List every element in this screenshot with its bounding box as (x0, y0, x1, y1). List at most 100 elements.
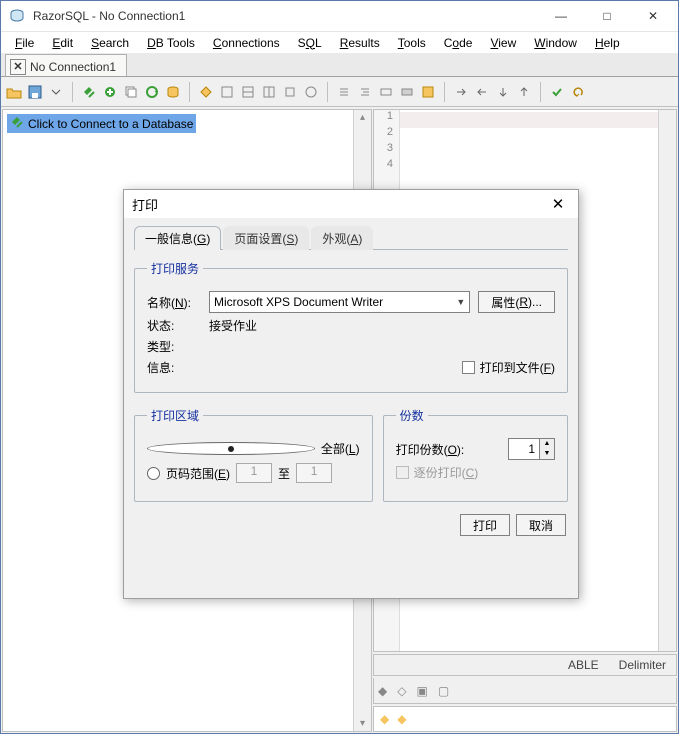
collate-checkbox: 逐份打印(C) (396, 464, 555, 481)
menu-connections[interactable]: Connections (205, 34, 288, 52)
indent-left-icon[interactable] (335, 83, 353, 101)
line-number: 2 (374, 126, 399, 142)
scroll-up-icon[interactable]: ▴ (354, 112, 371, 123)
results-tool-icon[interactable]: ▢ (438, 684, 449, 698)
results-tool-icon[interactable]: ◇ (397, 684, 406, 698)
range-to-label: 至 (278, 465, 290, 482)
results-tool-icon[interactable]: ▣ (416, 684, 427, 698)
tool-b-icon[interactable] (239, 83, 257, 101)
tab-page-setup[interactable]: 页面设置(S) (223, 226, 309, 250)
tool-g-icon[interactable] (398, 83, 416, 101)
tab-appearance[interactable]: 外观(A) (311, 226, 373, 250)
maximize-button[interactable]: □ (584, 1, 630, 31)
save-dropdown-icon[interactable] (47, 83, 65, 101)
check-icon[interactable] (548, 83, 566, 101)
menu-edit[interactable]: Edit (44, 34, 81, 52)
menu-help[interactable]: Help (587, 34, 628, 52)
range-all-radio[interactable]: 全部(L) (147, 440, 360, 457)
indent-right-icon[interactable] (356, 83, 374, 101)
connect-add-icon[interactable] (101, 83, 119, 101)
tool-f-icon[interactable] (377, 83, 395, 101)
line-number: 3 (374, 142, 399, 158)
copies-label: 打印份数(O): (396, 441, 465, 458)
print-button[interactable]: 打印 (460, 514, 510, 536)
spin-up-icon[interactable]: ▲ (540, 439, 554, 449)
printer-select[interactable]: Microsoft XPS Document Writer ▼ (209, 291, 470, 313)
doc-tab-1[interactable]: ✕ No Connection1 (5, 54, 127, 76)
status-bar: ◆ ◆ (373, 706, 677, 732)
minimize-button[interactable]: — (538, 1, 584, 31)
spin-down-icon[interactable]: ▼ (540, 449, 554, 459)
results-header: ABLE Delimiter (373, 654, 677, 676)
menu-search[interactable]: Search (83, 34, 137, 52)
range-from-input[interactable]: 1 (236, 463, 272, 483)
tool-d-icon[interactable] (281, 83, 299, 101)
connect-arrow-icon (10, 115, 24, 132)
results-hdr-a[interactable]: ABLE (568, 658, 599, 672)
checkbox-icon (462, 361, 475, 374)
editor-scrollbar[interactable] (658, 110, 676, 651)
collate-label: 逐份打印(C) (414, 464, 479, 481)
app-icon (9, 8, 25, 24)
menu-sql[interactable]: SQL (290, 34, 330, 52)
dialog-titlebar: 打印 ✕ (124, 190, 578, 218)
cancel-button[interactable]: 取消 (516, 514, 566, 536)
tool-a-icon[interactable] (218, 83, 236, 101)
line-number: 4 (374, 158, 399, 174)
name-label: 名称(N): (147, 294, 201, 311)
menu-tools[interactable]: Tools (390, 34, 434, 52)
results-hdr-b[interactable]: Delimiter (619, 658, 666, 672)
tab-close-icon[interactable]: ✕ (10, 59, 26, 75)
range-to-input[interactable]: 1 (296, 463, 332, 483)
tool-h-icon[interactable] (419, 83, 437, 101)
dialog-title: 打印 (132, 195, 546, 214)
radio-icon (147, 442, 315, 455)
connect-label: Click to Connect to a Database (28, 117, 193, 131)
dialog-tabs: 一般信息(G) 页面设置(S) 外观(A) (134, 226, 568, 250)
copy-icon[interactable] (122, 83, 140, 101)
menu-view[interactable]: View (482, 34, 524, 52)
menu-file[interactable]: File (7, 34, 42, 52)
scroll-down-icon[interactable]: ▾ (354, 718, 371, 729)
copies-group: 份数 打印份数(O): 1 ▲ ▼ (383, 407, 568, 502)
dialog-close-button[interactable]: ✕ (546, 192, 570, 216)
copies-spinner[interactable]: 1 ▲ ▼ (508, 438, 555, 460)
results-tool-icon[interactable]: ◆ (378, 684, 387, 698)
chevron-down-icon: ▼ (456, 297, 465, 307)
menubar: File Edit Search DB Tools Connections SQ… (1, 31, 678, 53)
print-to-file-checkbox[interactable]: 打印到文件(F) (462, 359, 555, 376)
arrow-left-icon[interactable] (473, 83, 491, 101)
arrow-right-icon[interactable] (452, 83, 470, 101)
connect-icon[interactable] (80, 83, 98, 101)
open-icon[interactable] (5, 83, 23, 101)
tool-e-icon[interactable] (302, 83, 320, 101)
refresh-icon[interactable] (143, 83, 161, 101)
arrow-down-icon[interactable] (494, 83, 512, 101)
menu-code[interactable]: Code (436, 34, 481, 52)
print-service-legend: 打印服务 (147, 260, 203, 277)
range-pages-label: 页码范围(E) (166, 465, 230, 482)
radio-icon (147, 467, 160, 480)
toolbar (1, 77, 678, 107)
connect-to-db[interactable]: Click to Connect to a Database (7, 114, 196, 133)
tool-c-icon[interactable] (260, 83, 278, 101)
save-icon[interactable] (26, 83, 44, 101)
menu-dbtools[interactable]: DB Tools (139, 34, 203, 52)
undo-icon[interactable] (569, 83, 587, 101)
print-dialog: 打印 ✕ 一般信息(G) 页面设置(S) 外观(A) 打印服务 名称(N): M… (123, 189, 579, 599)
status-label: 状态: (147, 317, 201, 334)
results-toolbar: ◆ ◇ ▣ ▢ (373, 678, 677, 704)
tab-general[interactable]: 一般信息(G) (134, 226, 221, 250)
properties-button[interactable]: 属性(R)... (478, 291, 555, 313)
execute-icon[interactable] (197, 83, 215, 101)
document-tabs: ✕ No Connection1 (1, 53, 678, 77)
arrow-up-icon[interactable] (515, 83, 533, 101)
close-button[interactable]: ✕ (630, 1, 676, 31)
menu-results[interactable]: Results (332, 34, 388, 52)
menu-window[interactable]: Window (526, 34, 585, 52)
db-icon[interactable] (164, 83, 182, 101)
line-number: 1 (374, 110, 399, 126)
print-range-legend: 打印区域 (147, 407, 203, 424)
main-window: RazorSQL - No Connection1 — □ ✕ File Edi… (0, 0, 679, 734)
range-pages-radio[interactable]: 页码范围(E) 1 至 1 (147, 463, 360, 483)
